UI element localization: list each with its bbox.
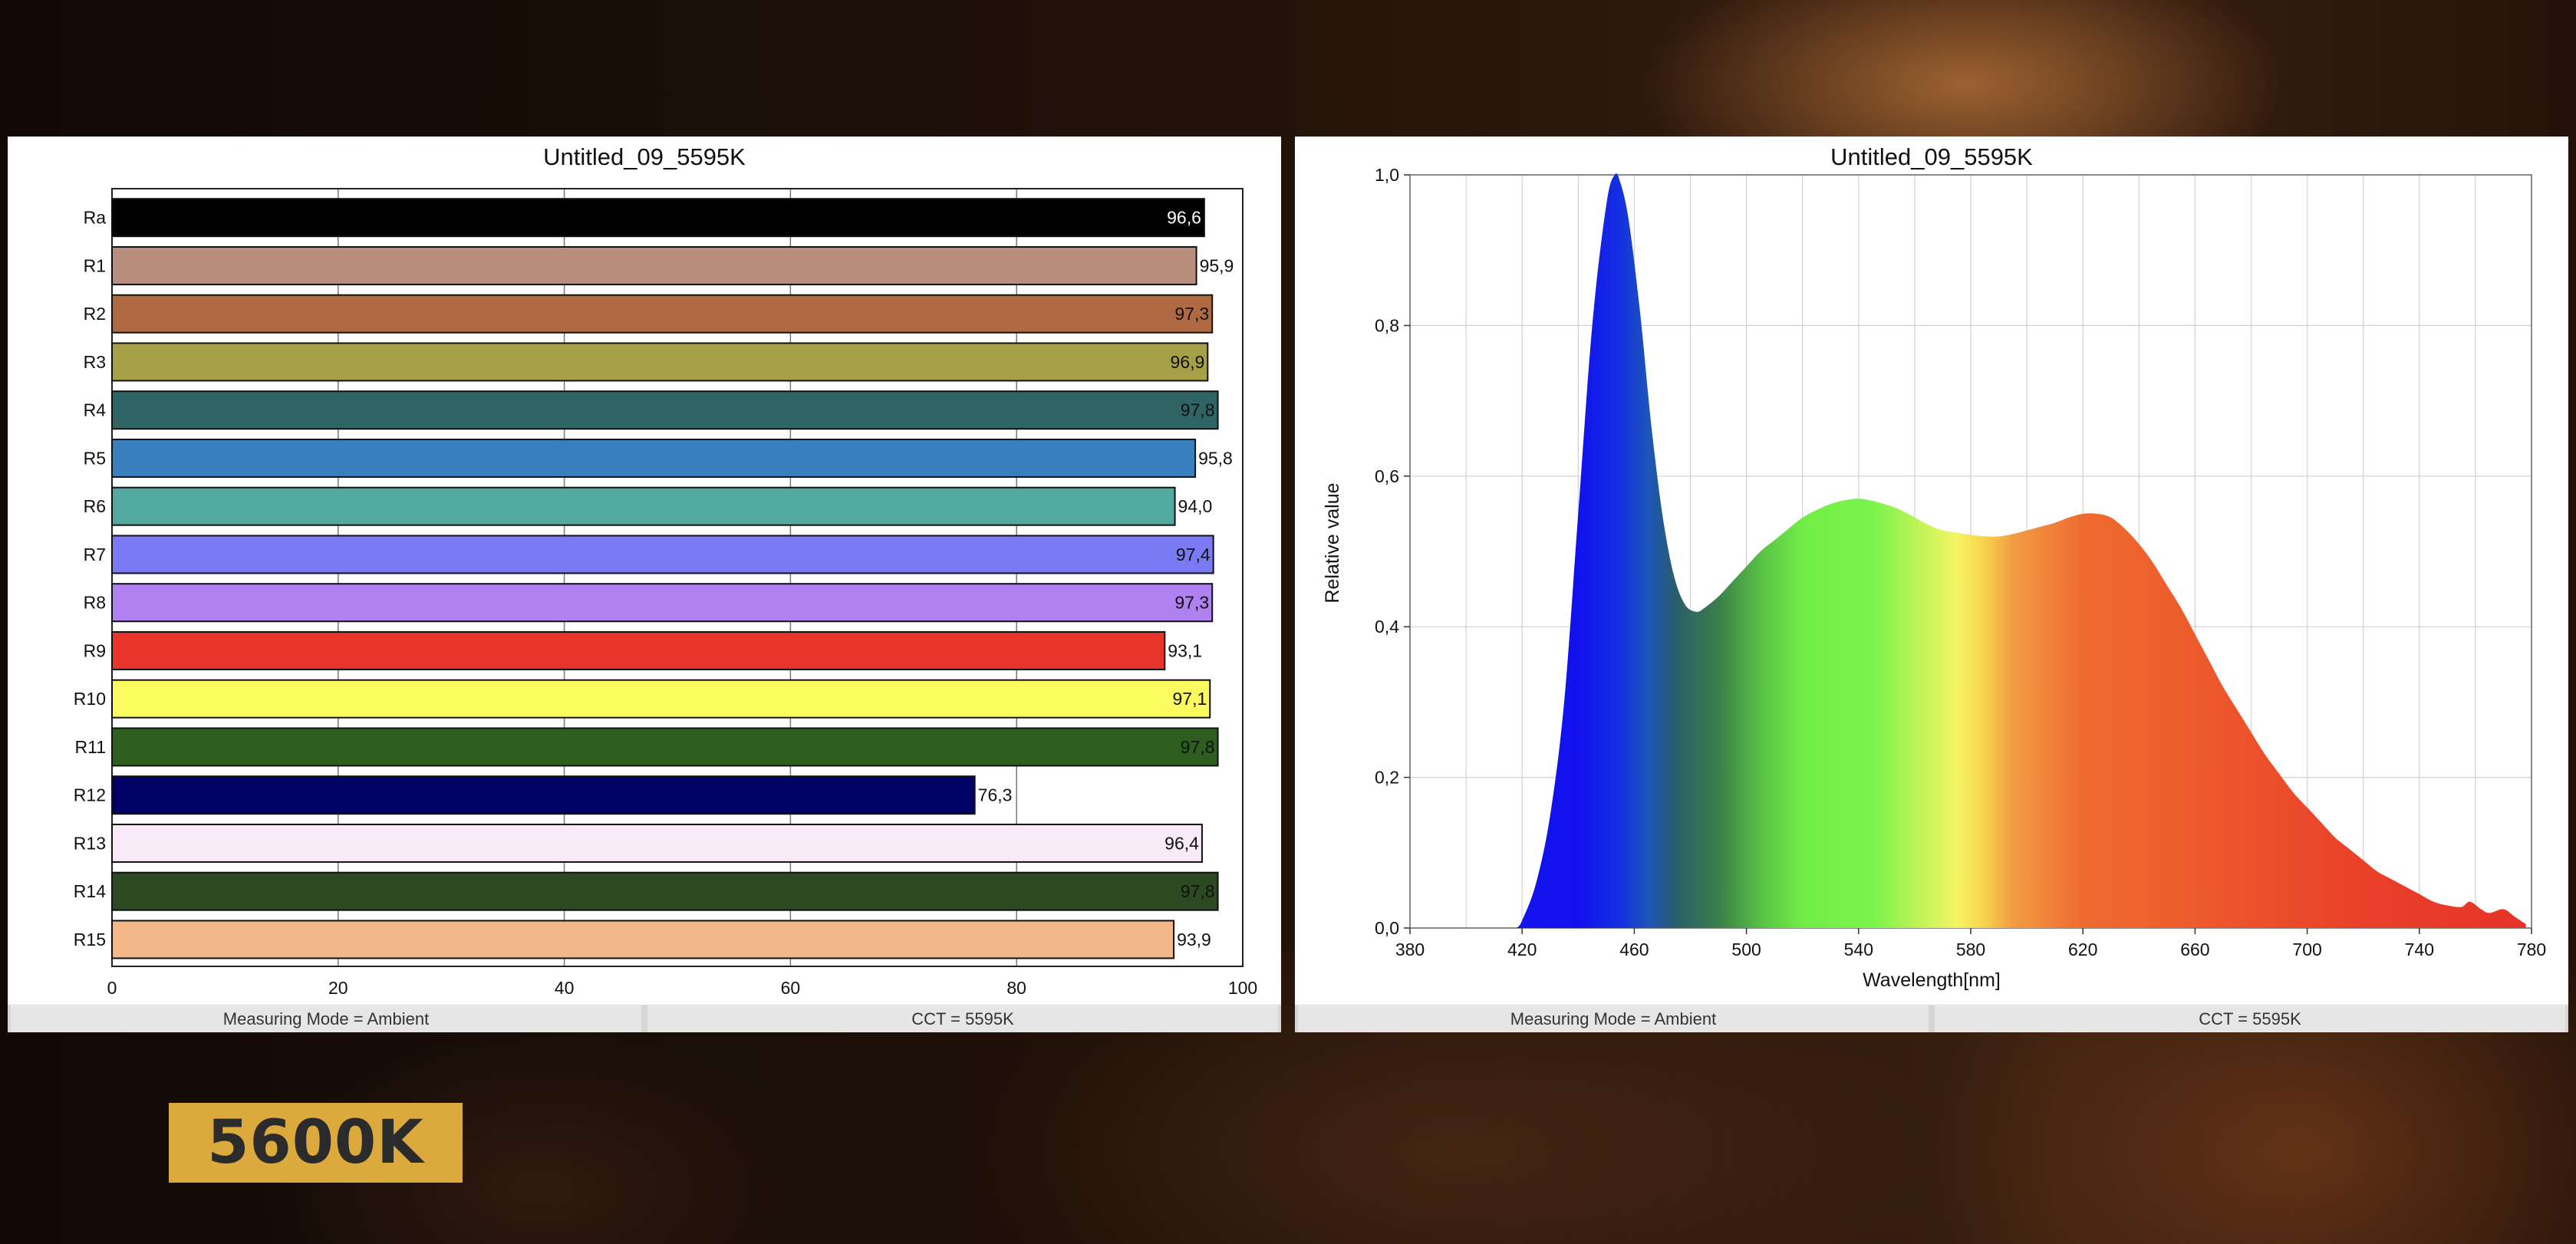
x-tick-label: 380 [1395, 940, 1425, 959]
bar [111, 775, 976, 815]
chart-title: Untitled_09_5595K [543, 143, 746, 170]
x-tick-label: 460 [1619, 940, 1649, 959]
bar [111, 630, 1166, 670]
y-axis-title: Relative value [1322, 482, 1343, 603]
y-tick-label: 0,0 [1375, 918, 1399, 938]
x-tick-label: 420 [1507, 940, 1537, 959]
cri-chart-panel: Untitled_09_5595K 96,6 95,9 97,3 96,9 97,8 95… [8, 137, 1281, 1032]
x-tick-labels: 380 420 460 500 540 580 620 660 700 740 780 [1395, 928, 2546, 959]
bar [111, 871, 1219, 911]
y-tick-labels: 0,0 0,2 0,4 0,6 0,8 1,0 [1375, 165, 1410, 938]
bar [111, 198, 1205, 238]
bar-value-label: 97,3 [1174, 593, 1209, 613]
spectrum-area [1516, 173, 2526, 928]
bar-value-label: 76,3 [978, 785, 1013, 805]
bar [111, 342, 1209, 382]
y-tick-label: 0,4 [1375, 617, 1399, 637]
bar-value-label: 97,1 [1172, 689, 1207, 709]
bar [111, 390, 1219, 430]
bar-value-label: 93,9 [1177, 930, 1211, 949]
x-tick-label: 80 [1006, 978, 1026, 998]
x-tick-label: 700 [2292, 940, 2321, 959]
category-label: R7 [84, 545, 106, 564]
bar [111, 245, 1197, 285]
category-label: R4 [84, 400, 107, 420]
bar [111, 583, 1214, 623]
bar-value-label: 95,9 [1200, 255, 1234, 275]
category-label: R13 [74, 833, 106, 853]
bar-value-label: 93,1 [1168, 640, 1202, 660]
x-tick-label: 740 [2405, 940, 2434, 959]
y-tick-label: 0,8 [1375, 315, 1399, 335]
bar-value-label: 96,9 [1171, 352, 1205, 372]
bar [111, 438, 1197, 478]
x-tick-label: 660 [2180, 940, 2209, 959]
bar-value-label: 97,8 [1181, 737, 1215, 757]
bar [111, 920, 1175, 959]
category-label: R5 [84, 448, 106, 468]
x-axis-title: Wavelength[nm] [1863, 969, 2001, 991]
bar [111, 679, 1211, 719]
category-labels: Ra R1 R2 R3 R4 R5 R6 R7 R8 R9 R10 R11 R12 R13 R14 R15 [74, 208, 106, 949]
y-tick-label: 1,0 [1375, 165, 1399, 185]
category-label: R11 [75, 737, 107, 757]
bar [111, 535, 1214, 574]
x-tick-label: 540 [1844, 940, 1873, 959]
cct-status: CCT = 5595K [647, 1005, 1278, 1032]
category-label: R6 [84, 496, 106, 516]
bar-value-label: 97,8 [1181, 400, 1215, 420]
category-label: R12 [74, 785, 106, 805]
spectrum-chart-panel: Untitled_09_5595K 380 420 460 500 540 580 620 6… [1295, 137, 2568, 1032]
measuring-mode-status: Measuring Mode = Ambient [1298, 1005, 1929, 1032]
category-label: R15 [74, 930, 106, 949]
bar-value-label: 95,8 [1198, 448, 1233, 468]
bar-value-label: 96,4 [1164, 833, 1199, 853]
bar [111, 823, 1203, 863]
x-tick-label: 620 [2068, 940, 2097, 959]
bar [111, 486, 1176, 526]
category-label: R2 [84, 304, 106, 324]
x-tick-label: 580 [1956, 940, 1985, 959]
measuring-mode-status: Measuring Mode = Ambient [11, 1005, 641, 1032]
x-tick-label: 40 [555, 978, 575, 998]
x-tick-labels: 0 20 40 60 80 100 [107, 978, 1258, 998]
category-label: R14 [74, 881, 106, 901]
x-tick-label: 0 [107, 978, 117, 998]
bar-value-label: 97,4 [1176, 545, 1211, 564]
status-bar: Measuring Mode = Ambient CCT = 5595K [8, 1005, 1281, 1032]
bar-value-label: 96,6 [1167, 208, 1201, 228]
bar [111, 294, 1214, 334]
category-label: R1 [84, 255, 106, 275]
x-tick-label: 60 [781, 978, 801, 998]
bar [111, 727, 1219, 767]
bar-value-label: 97,3 [1174, 304, 1209, 324]
category-label: Ra [84, 208, 107, 228]
x-tick-label: 500 [1731, 940, 1761, 959]
bar-value-label: 94,0 [1178, 496, 1213, 516]
chart-title: Untitled_09_5595K [1830, 143, 2033, 170]
status-bar: Measuring Mode = Ambient CCT = 5595K [1295, 1005, 2568, 1032]
y-tick-label: 0,6 [1375, 466, 1399, 486]
category-label: R3 [84, 352, 106, 372]
bar-value-label: 97,8 [1181, 881, 1215, 901]
y-tick-label: 0,2 [1375, 768, 1399, 788]
bars: 96,6 95,9 97,3 96,9 97,8 95,8 94,0 97,4 97,3 93,1… [111, 198, 1234, 959]
x-tick-label: 20 [328, 978, 348, 998]
x-tick-label: 780 [2517, 940, 2546, 959]
cri-bar-chart: Untitled_09_5595K 96,6 95,9 97,3 96,9 97,8 95… [74, 143, 1258, 998]
category-label: R9 [84, 640, 106, 660]
category-label: R8 [84, 593, 106, 613]
cct-badge: 5600K [169, 1103, 463, 1183]
category-label: R10 [74, 689, 106, 709]
x-tick-label: 100 [1228, 978, 1257, 998]
cct-status: CCT = 5595K [1935, 1005, 2565, 1032]
spectrum-chart: Untitled_09_5595K 380 420 460 500 540 580 620 6… [1322, 143, 2546, 991]
